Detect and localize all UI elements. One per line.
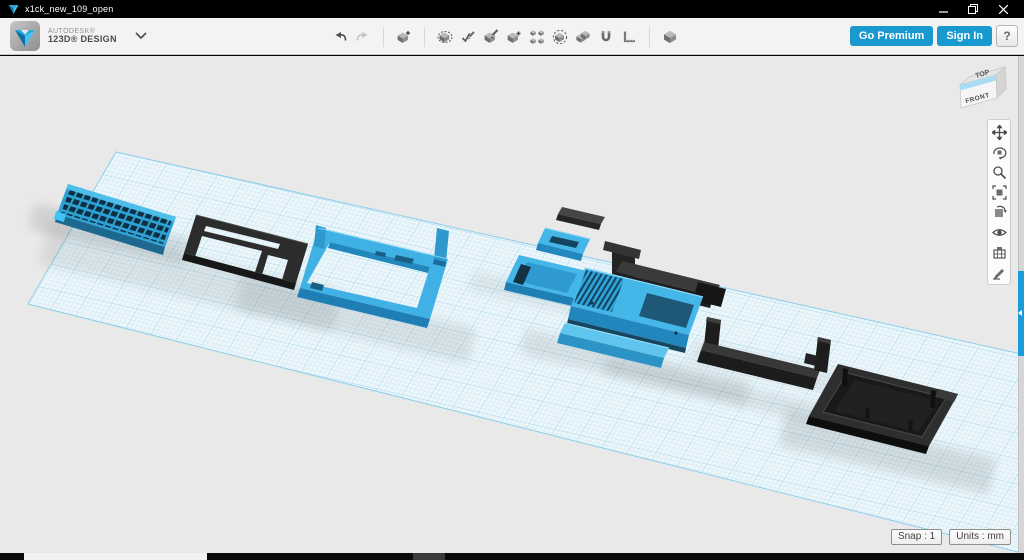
view-cube[interactable]: TOP FRONT [954,60,1010,116]
restore-button[interactable] [968,4,978,14]
combine-icon[interactable] [575,29,591,45]
snap-magnet-icon[interactable] [598,29,614,45]
units-setting-button[interactable]: Units : mm [949,529,1011,545]
go-premium-button[interactable]: Go Premium [850,26,933,46]
text-icon[interactable] [662,29,678,45]
window-title: x1ck_new_109_open [25,4,113,14]
material-icon[interactable] [991,244,1007,260]
taskbar[interactable] [0,553,1024,560]
help-button[interactable]: ? [996,25,1018,47]
construct-icon[interactable] [483,29,499,45]
taskbar-segment [24,553,207,560]
undo-icon[interactable] [332,29,348,45]
redo-icon[interactable] [355,29,371,45]
viewport[interactable]: TOP FRONT [0,56,1024,553]
toolbar-separator [649,27,650,47]
sketch-icon[interactable] [460,29,476,45]
pan-icon[interactable] [991,124,1007,140]
navigation-toolbar [987,119,1011,285]
part-small-bar[interactable] [556,207,605,230]
pattern-icon[interactable] [529,29,545,45]
toolbar-separator [424,27,425,47]
app-menu[interactable]: AUTODESK® 123D® DESIGN [0,21,147,51]
chevron-left-icon [1018,310,1022,316]
minimize-button[interactable] [938,4,948,14]
tool-icon-row [332,18,678,55]
app-window: x1ck_new_109_open [0,0,1024,560]
group-icon[interactable] [552,29,568,45]
statusbar: Snap : 1 Units : mm [891,529,1011,545]
app-icon [8,4,19,15]
measure-icon[interactable] [621,29,637,45]
toolbar-separator [383,27,384,47]
modify-icon[interactable] [506,29,522,45]
insert-primitive-icon[interactable] [396,29,412,45]
brand-line2: 123D® DESIGN [48,35,117,44]
snap-setting-button[interactable]: Snap : 1 [891,529,942,545]
titlebar: x1ck_new_109_open [0,0,1024,18]
sign-in-button[interactable]: Sign In [937,26,992,46]
fit-view-icon[interactable] [991,184,1007,200]
hide-show-icon[interactable] [991,224,1007,240]
view-face-icon[interactable] [991,204,1007,220]
transform-icon[interactable] [437,29,453,45]
main-toolbar: AUTODESK® 123D® DESIGN [0,18,1024,55]
orbit-icon[interactable] [991,144,1007,160]
viewport-canvas[interactable] [0,56,1024,553]
chevron-down-icon[interactable] [135,27,147,45]
zoom-icon[interactable] [991,164,1007,180]
brand-text: AUTODESK® 123D® DESIGN [48,28,117,45]
app-logo-icon [10,21,40,51]
sketch-edit-icon[interactable] [991,264,1007,280]
panel-expand-handle[interactable] [1018,271,1024,356]
close-button[interactable] [998,4,1008,14]
taskbar-segment [413,553,445,560]
